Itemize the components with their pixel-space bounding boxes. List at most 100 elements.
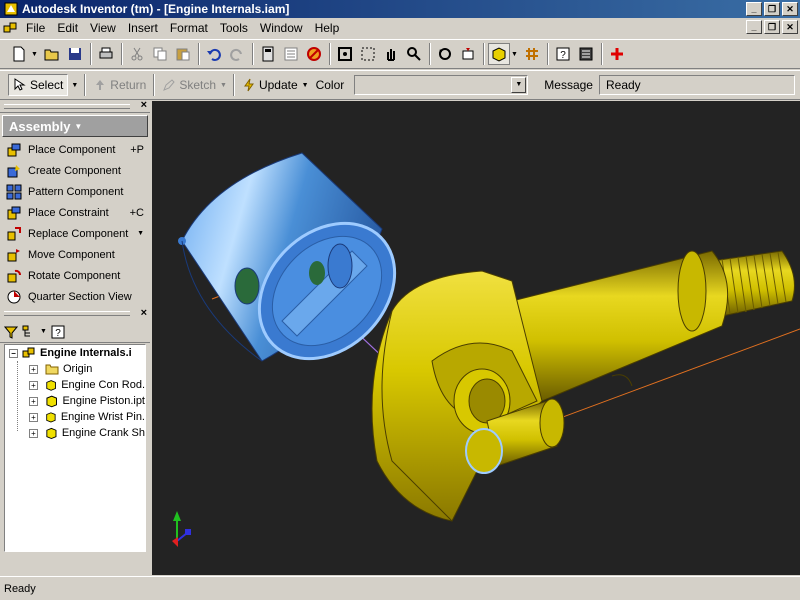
- toolbar-separator: [153, 74, 156, 96]
- undo-button[interactable]: [203, 43, 225, 65]
- zoom-window-button[interactable]: [357, 43, 379, 65]
- update-mass-button[interactable]: [303, 43, 325, 65]
- graphics-viewport[interactable]: [152, 101, 800, 575]
- add-button[interactable]: [606, 43, 628, 65]
- assembly-panel-header[interactable]: Assembly ▼: [2, 115, 148, 137]
- new-dropdown-icon[interactable]: ▼: [31, 51, 38, 58]
- tree-root[interactable]: − Engine Internals.i: [5, 345, 145, 361]
- message-field: Ready: [598, 75, 795, 95]
- rotate-component-item[interactable]: Rotate Component: [0, 265, 150, 286]
- close-button[interactable]: ✕: [782, 2, 798, 16]
- doc-restore-button[interactable]: ❐: [764, 20, 780, 34]
- return-button[interactable]: Return: [89, 74, 150, 96]
- update-dropdown-icon[interactable]: ▼: [302, 82, 309, 89]
- pattern-component-label: Pattern Component: [28, 185, 124, 198]
- zoom-window-icon: [361, 47, 375, 61]
- place-constraint-shortcut: +C: [129, 206, 144, 219]
- menu-window[interactable]: Window: [254, 21, 309, 35]
- tree-expand-icon[interactable]: +: [29, 364, 38, 374]
- help-question-icon: ?: [556, 47, 570, 61]
- place-component-item[interactable]: Place Component +P: [0, 139, 150, 160]
- crankshaft-part[interactable]: [371, 250, 795, 522]
- tree-expand-icon[interactable]: +: [29, 412, 38, 422]
- save-button[interactable]: [64, 43, 86, 65]
- toolbar-separator: [120, 43, 123, 65]
- move-component-icon: [7, 248, 20, 261]
- move-component-item[interactable]: Move Component: [0, 244, 150, 265]
- doc-close-button[interactable]: ✕: [782, 20, 798, 34]
- browser-view-dropdown-icon[interactable]: ▼: [40, 328, 47, 335]
- zoom-button[interactable]: [403, 43, 425, 65]
- new-button[interactable]: [8, 43, 30, 65]
- place-constraint-icon: [7, 206, 21, 219]
- replace-component-dropdown-icon[interactable]: ▼: [137, 230, 144, 237]
- tree-item-origin[interactable]: + Origin: [5, 361, 145, 377]
- sketch-dropdown-icon[interactable]: ▼: [220, 82, 227, 89]
- styles-icon: [284, 47, 298, 61]
- parameters-button[interactable]: [257, 43, 279, 65]
- browser-grip[interactable]: [4, 311, 130, 316]
- svg-text:?: ?: [55, 328, 61, 339]
- color-select[interactable]: ▼: [354, 75, 529, 95]
- menu-file[interactable]: File: [20, 21, 51, 35]
- styles-button[interactable]: [280, 43, 302, 65]
- printer-icon: [99, 47, 113, 59]
- tree-item-crank-shaft[interactable]: + Engine Crank Sh: [5, 425, 145, 441]
- tree-item-piston[interactable]: + Engine Piston.ipt: [5, 393, 145, 409]
- look-at-button[interactable]: [457, 43, 479, 65]
- print-button[interactable]: [95, 43, 117, 65]
- tree-expand-icon[interactable]: +: [29, 396, 38, 406]
- place-constraint-item[interactable]: Place Constraint +C: [0, 202, 150, 223]
- tree-item-con-rod[interactable]: + Engine Con Rod.: [5, 377, 145, 393]
- paste-button[interactable]: [172, 43, 194, 65]
- browser-view-icon[interactable]: [22, 325, 36, 339]
- filter-funnel-icon[interactable]: [4, 325, 18, 339]
- quarter-section-view-item[interactable]: Quarter Section View: [0, 286, 150, 307]
- browser-help-icon[interactable]: ?: [51, 325, 65, 339]
- select-button[interactable]: Select: [8, 74, 69, 96]
- menu-tools[interactable]: Tools: [214, 21, 254, 35]
- folder-icon: [45, 364, 59, 375]
- restore-button[interactable]: ❐: [764, 2, 780, 16]
- create-component-item[interactable]: Create Component: [0, 160, 150, 181]
- minimize-button[interactable]: _: [746, 2, 762, 16]
- toolbar-separator: [84, 74, 87, 96]
- display-mode-button[interactable]: [487, 43, 510, 65]
- part-icon: [46, 380, 56, 391]
- quarter-section-view-label: Quarter Section View: [28, 290, 132, 303]
- open-button[interactable]: [41, 43, 63, 65]
- menu-edit[interactable]: Edit: [51, 21, 84, 35]
- tree-collapse-icon[interactable]: −: [9, 348, 18, 358]
- select-label: Select: [30, 78, 64, 92]
- assembly-doc-icon[interactable]: [2, 20, 18, 36]
- browser-header: ×: [0, 307, 150, 321]
- pattern-component-item[interactable]: Pattern Component: [0, 181, 150, 202]
- sketch-button[interactable]: Sketch: [158, 74, 220, 96]
- menu-view[interactable]: View: [84, 21, 122, 35]
- redo-button[interactable]: [226, 43, 248, 65]
- copy-button[interactable]: [149, 43, 171, 65]
- tree-expand-icon[interactable]: +: [29, 380, 38, 390]
- display-mode-dropdown-icon[interactable]: ▼: [511, 51, 518, 58]
- section-view-button[interactable]: [521, 43, 543, 65]
- browser-close-icon[interactable]: ×: [141, 307, 147, 319]
- menu-help[interactable]: Help: [309, 21, 346, 35]
- help-button[interactable]: ?: [552, 43, 574, 65]
- tree-item-wrist-pin[interactable]: + Engine Wrist Pin.: [5, 409, 145, 425]
- doc-minimize-button[interactable]: _: [746, 20, 762, 34]
- rotate-button[interactable]: [434, 43, 456, 65]
- panel-grip[interactable]: [4, 104, 130, 109]
- update-button[interactable]: Update: [238, 74, 302, 96]
- select-dropdown-icon[interactable]: ▼: [71, 82, 78, 89]
- replace-component-item[interactable]: Replace Component ▼: [0, 223, 150, 244]
- zoom-all-button[interactable]: [334, 43, 356, 65]
- tree-expand-icon[interactable]: +: [29, 428, 38, 438]
- panel-close-icon[interactable]: ×: [141, 99, 147, 111]
- menu-format[interactable]: Format: [164, 21, 214, 35]
- pan-button[interactable]: [380, 43, 402, 65]
- toolbar-separator: [197, 43, 200, 65]
- menu-insert[interactable]: Insert: [122, 21, 164, 35]
- design-assistant-button[interactable]: [575, 43, 597, 65]
- cut-button[interactable]: [126, 43, 148, 65]
- color-select-arrow-icon[interactable]: ▼: [511, 77, 527, 93]
